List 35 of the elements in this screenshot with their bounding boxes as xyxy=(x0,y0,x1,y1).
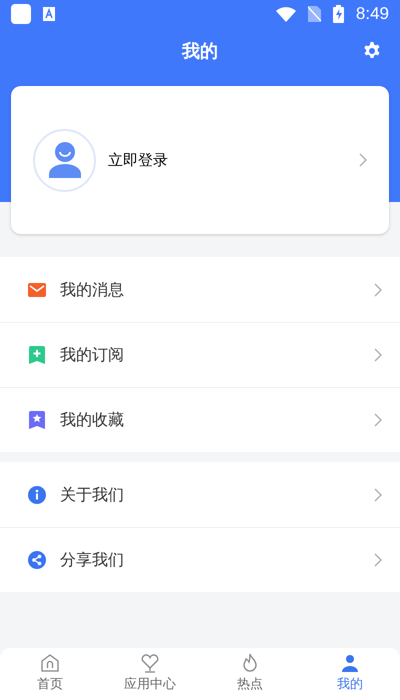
menu-item[interactable]: 我的消息 xyxy=(0,257,400,322)
login-link[interactable]: 立即登录 xyxy=(108,148,359,172)
chevron-icon xyxy=(359,153,367,167)
nav-tab[interactable]: 应用中心 xyxy=(100,648,200,700)
menu-item[interactable]: 我的订阅 xyxy=(0,322,400,387)
wifi-icon xyxy=(276,6,296,22)
chevron-icon xyxy=(374,282,382,296)
chevron-icon xyxy=(374,488,382,502)
notification-icon xyxy=(11,4,31,24)
profile-card[interactable]: 立即登录 xyxy=(11,86,389,234)
chevron-icon xyxy=(374,348,382,362)
no-sim-icon xyxy=(308,6,321,22)
envelope-icon xyxy=(28,282,46,296)
menu-item[interactable]: 分享我们 xyxy=(0,527,400,592)
flame-icon xyxy=(241,653,259,674)
info-icon xyxy=(28,486,46,504)
keyboard-icon xyxy=(43,7,55,21)
nav-tab[interactable]: 首页 xyxy=(0,648,100,700)
avatar xyxy=(33,128,96,192)
bookmark-star-icon xyxy=(29,411,45,429)
battery-charging-icon xyxy=(332,5,344,23)
page-title: 我的 xyxy=(182,40,218,64)
status-time: 8:49 xyxy=(356,3,389,26)
heart-icon xyxy=(139,653,161,674)
nav-tab[interactable]: 热点 xyxy=(200,648,300,700)
person-icon xyxy=(340,653,360,674)
bookmark-plus-icon xyxy=(29,346,45,364)
chevron-icon xyxy=(374,413,382,427)
nav-tab[interactable]: 我的 xyxy=(300,648,400,700)
share-icon xyxy=(28,551,46,569)
menu-item[interactable]: 关于我们 xyxy=(0,462,400,527)
settings-icon[interactable] xyxy=(362,41,382,61)
chevron-icon xyxy=(374,553,382,567)
home-icon xyxy=(40,653,60,674)
menu-item[interactable]: 我的收藏 xyxy=(0,387,400,452)
